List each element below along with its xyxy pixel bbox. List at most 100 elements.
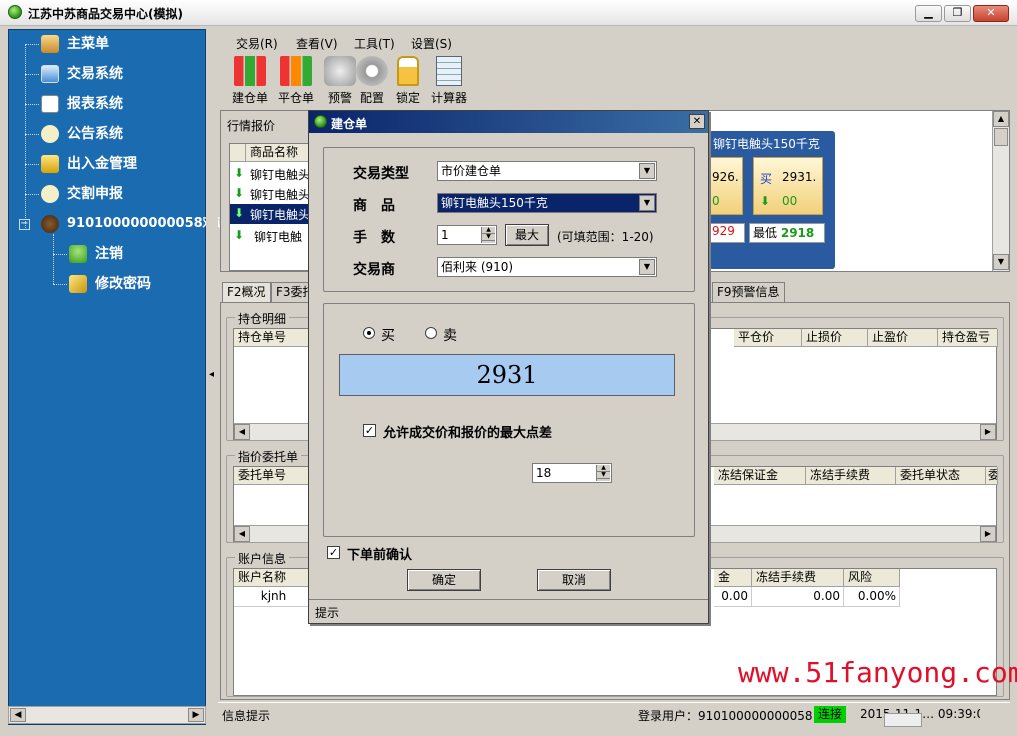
price-display: 2931 — [339, 354, 675, 396]
open-position-icon — [234, 56, 266, 86]
lock-button[interactable]: 锁定 — [386, 54, 430, 106]
sidebar-scrollbar[interactable]: ◀ ▶ — [8, 706, 206, 724]
buy-price-box[interactable]: 买 2931. ⬇ 00 — [753, 157, 823, 215]
sell-radio[interactable] — [425, 327, 437, 339]
collapse-arrow-icon[interactable]: ◂ — [209, 369, 214, 380]
sell-radio-label: 卖 — [443, 328, 457, 344]
menu-view[interactable]: 查看(V) — [296, 35, 338, 52]
menu-settings[interactable]: 设置(S) — [411, 35, 452, 52]
quote-card-title: 铆钉电触头150千克 — [713, 137, 820, 151]
product-label: 商 品 — [353, 198, 395, 214]
scroll-down-icon[interactable]: ▼ — [993, 254, 1009, 270]
menu-trade[interactable]: 交易(R) — [236, 35, 278, 52]
maximize-button[interactable]: ❐ — [944, 5, 971, 22]
buy-radio[interactable] — [363, 327, 375, 339]
spin-down-icon[interactable]: ▼ — [597, 472, 610, 479]
quotes-col-header: 商品名称 — [246, 144, 314, 162]
scroll-up-icon[interactable]: ▲ — [993, 111, 1009, 127]
open-position-dialog: 建仓单 ✕ 交易类型 市价建仓单 ▼ 商 品 铆钉电触头150千克 ▼ 手 数 … — [308, 110, 709, 624]
close-position-button[interactable]: 平仓单 — [274, 54, 318, 106]
close-button[interactable]: ✕ — [973, 5, 1009, 22]
gear-icon — [356, 56, 388, 86]
app-logo-icon — [8, 5, 22, 19]
quote-row[interactable]: 铆钉电触 — [254, 228, 302, 245]
scroll-left-icon[interactable]: ◀ — [234, 424, 250, 440]
low-price: 最低 2918 — [749, 223, 825, 243]
trade-type-label: 交易类型 — [353, 166, 409, 182]
tab-alerts[interactable]: F9预警信息 — [712, 282, 785, 303]
high-price: 929 — [709, 223, 745, 243]
quote-row-selected[interactable]: 铆钉电触头 — [250, 206, 310, 223]
menu-tools[interactable]: 工具(T) — [354, 35, 395, 52]
window-title: 江苏中苏商品交易中心(模拟) — [28, 7, 183, 21]
tray-icon[interactable] — [884, 713, 922, 727]
status-info: 信息提示 — [222, 709, 271, 723]
app-logo-icon — [314, 115, 327, 128]
chevron-down-icon[interactable]: ▼ — [639, 195, 655, 211]
menu-bar: 交易(R) 查看(V) 工具(T) 设置(S) — [220, 30, 1010, 54]
trader-label: 交易商 — [353, 262, 395, 278]
ok-button[interactable]: 确定 — [407, 569, 481, 591]
speech-bubble-icon — [41, 185, 59, 203]
quote-row[interactable]: 铆钉电触头 — [250, 186, 310, 203]
trade-type-select[interactable]: 市价建仓单 ▼ — [437, 161, 657, 181]
scroll-right-icon[interactable]: ▶ — [980, 424, 996, 440]
calculator-icon — [436, 56, 462, 86]
quotes-title: 行情报价 — [227, 119, 276, 133]
coins-icon — [41, 155, 59, 173]
home-icon — [41, 35, 59, 53]
calculator-button[interactable]: 计算器 — [427, 54, 471, 106]
chevron-down-icon[interactable]: ▼ — [639, 163, 655, 179]
lock-icon — [397, 56, 419, 86]
dialog-hint-bar: 提示 — [309, 599, 708, 623]
open-position-button[interactable]: 建仓单 — [228, 54, 272, 106]
quantity-stepper[interactable]: 1 ▲ ▼ — [437, 225, 497, 245]
sidebar-nav-tree: − 主菜单 交易系统 报表系统 公告系统 出入金管理 交割申报 91010000… — [8, 29, 229, 725]
scroll-right-icon[interactable]: ▶ — [188, 708, 204, 722]
connection-badge: 连接 — [814, 706, 847, 723]
buy-radio-label: 买 — [381, 328, 395, 344]
window-titlebar: 江苏中苏商品交易中心(模拟) ▁ ❐ ✕ — [0, 0, 1017, 26]
speech-bubble-icon — [41, 125, 59, 143]
confirm-before-label: 下单前确认 — [347, 548, 413, 563]
spin-down-icon[interactable]: ▼ — [482, 234, 495, 241]
confirm-before-checkbox[interactable]: ✓ — [327, 546, 340, 559]
price-group — [323, 303, 695, 537]
tree-collapse-icon[interactable]: − — [19, 219, 30, 230]
diff-stepper[interactable]: 18 ▲ ▼ — [532, 463, 612, 483]
close-position-icon — [280, 56, 312, 86]
quote-card: 铆钉电触头150千克 926. 0 买 2931. ⬇ 00 929 最低 29… — [709, 131, 835, 269]
tab-overview[interactable]: F2概况 — [222, 282, 271, 303]
down-arrow-icon: ⬇ — [234, 228, 245, 242]
status-bar: 信息提示 登录用户：910100000000058 连接 2015-11-1… … — [218, 702, 1010, 727]
user-icon — [69, 245, 87, 263]
scroll-left-icon[interactable]: ◀ — [234, 526, 250, 542]
quote-row[interactable]: 铆钉电触头 — [250, 166, 310, 183]
quotes-table: 商品名称 ⬇ 铆钉电触头 ⬇ 铆钉电触头 ⬇ 铆钉电触头 ⬇ 铆钉电触 — [229, 143, 314, 271]
dialog-close-button[interactable]: ✕ — [689, 114, 705, 129]
dialog-title: 建仓单 — [331, 117, 368, 131]
coffee-cup-icon — [41, 215, 59, 233]
trader-select[interactable]: 佰利来 (910) ▼ — [437, 257, 657, 277]
quotes-vscroll[interactable]: ▲ ▼ — [992, 111, 1009, 271]
down-arrow-icon: ⬇ — [760, 194, 771, 208]
scroll-left-icon[interactable]: ◀ — [10, 708, 26, 722]
allow-diff-label: 允许成交价和报价的最大点差 — [383, 426, 553, 441]
tab-orders[interactable]: F3委托 — [271, 282, 311, 303]
product-select[interactable]: 铆钉电触头150千克 ▼ — [437, 193, 657, 213]
scroll-thumb[interactable] — [994, 128, 1008, 146]
sell-price-box[interactable]: 926. 0 — [709, 157, 743, 215]
scroll-right-icon[interactable]: ▶ — [980, 526, 996, 542]
account-name-cell: kjnh — [234, 587, 314, 607]
allow-diff-checkbox[interactable]: ✓ — [363, 424, 376, 437]
status-login-user: 登录用户：910100000000058 — [638, 709, 813, 723]
panel-splitter[interactable]: ◂ — [206, 29, 218, 725]
down-arrow-icon: ⬇ — [234, 206, 245, 220]
cancel-button[interactable]: 取消 — [537, 569, 611, 591]
chevron-down-icon[interactable]: ▼ — [639, 259, 655, 275]
monitor-icon — [41, 65, 59, 83]
max-quantity-button[interactable]: 最大 — [505, 224, 549, 246]
dialog-hint: 提示 — [315, 606, 340, 620]
minimize-button[interactable]: ▁ — [915, 5, 942, 22]
dialog-titlebar: 建仓单 ✕ — [309, 111, 708, 133]
